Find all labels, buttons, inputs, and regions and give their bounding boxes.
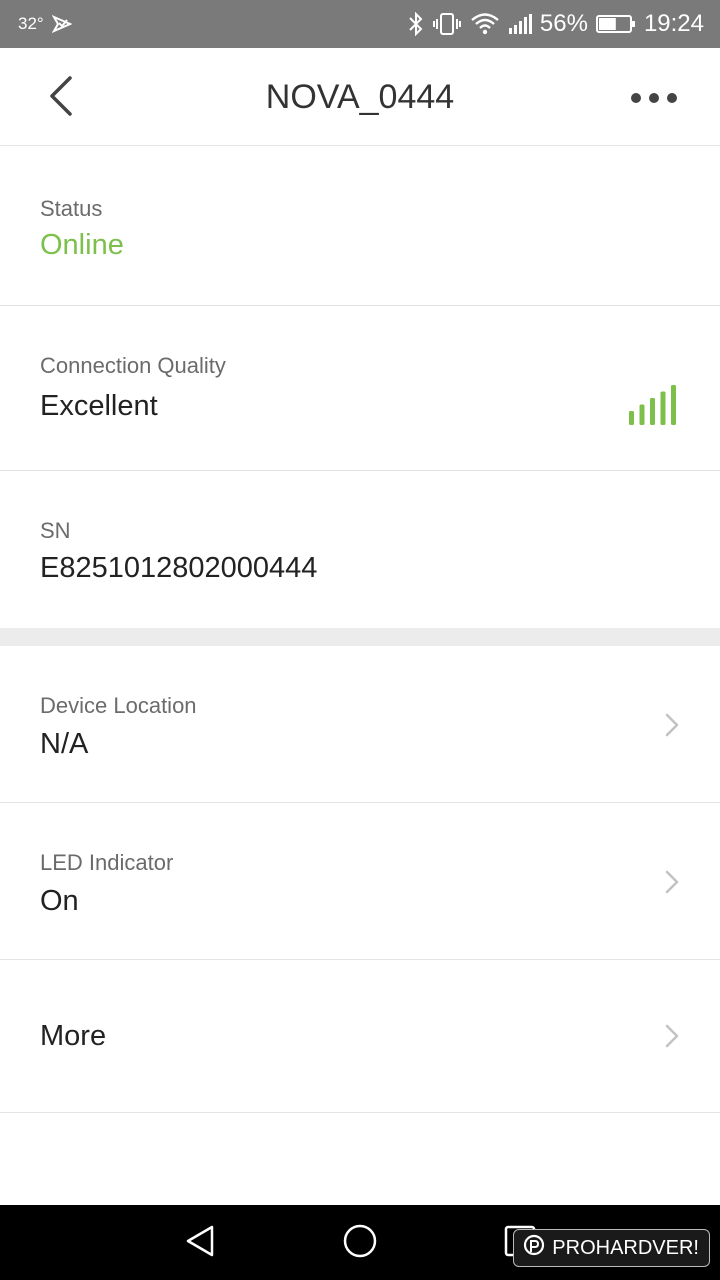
app-header: NOVA_0444 [0, 48, 720, 146]
led-indicator-row[interactable]: LED Indicator On [0, 803, 720, 960]
chevron-right-icon [664, 712, 680, 738]
chevron-right-icon [664, 1023, 680, 1049]
signal-bar [671, 385, 676, 425]
section-divider [0, 628, 720, 646]
connection-quality-row: Connection Quality Excellent [0, 306, 720, 471]
home-circle-icon [342, 1223, 378, 1264]
more-row[interactable]: More [0, 960, 720, 1113]
status-bar: 32° 56% 19:24 [0, 0, 720, 48]
battery-percent-text: 56% [539, 10, 588, 37]
sn-row: SN E8251012802000444 [0, 471, 720, 628]
chevron-left-icon [46, 75, 74, 122]
back-triangle-icon [184, 1224, 216, 1263]
sn-value: E8251012802000444 [40, 552, 318, 584]
temperature-text: 32° [18, 14, 44, 33]
connection-quality-value: Excellent [40, 390, 158, 422]
watermark-logo-icon [522, 1233, 546, 1263]
watermark-badge: PROHARDVER! [513, 1229, 710, 1267]
vibrate-icon [432, 11, 462, 37]
notification-icon [51, 14, 72, 34]
chevron-right-icon [664, 869, 680, 895]
more-dots-icon [631, 93, 641, 103]
signal-strength-icon [628, 384, 680, 431]
nav-back-button[interactable] [182, 1225, 218, 1261]
led-indicator-value: On [40, 885, 79, 917]
device-location-value: N/A [40, 728, 89, 760]
more-options-button[interactable] [624, 78, 684, 118]
back-button[interactable] [36, 74, 84, 122]
bluetooth-icon [408, 11, 424, 37]
device-location-row[interactable]: Device Location N/A [0, 646, 720, 803]
device-location-label: Device Location [40, 693, 197, 718]
navigation-bar: PROHARDVER! [0, 1205, 720, 1280]
connection-quality-label: Connection Quality [40, 353, 226, 378]
sn-label: SN [40, 518, 71, 543]
page-title: NOVA_0444 [265, 78, 455, 116]
status-label: Status [40, 196, 103, 221]
more-label: More [40, 1020, 107, 1052]
signal-bar [660, 391, 666, 425]
battery-icon [595, 14, 636, 34]
more-dots-icon [667, 93, 677, 103]
signal-bar [650, 398, 655, 425]
signal-bar [629, 411, 634, 425]
wifi-icon [470, 12, 500, 36]
status-value: Online [40, 229, 124, 261]
more-dots-icon [649, 93, 659, 103]
watermark-text: PROHARDVER! [552, 1236, 699, 1259]
status-row: Status Online [0, 147, 720, 306]
led-indicator-label: LED Indicator [40, 850, 174, 875]
nav-home-button[interactable] [342, 1223, 378, 1264]
clock-text: 19:24 [643, 10, 704, 37]
signal-icon [508, 13, 532, 35]
signal-bar [639, 404, 645, 425]
